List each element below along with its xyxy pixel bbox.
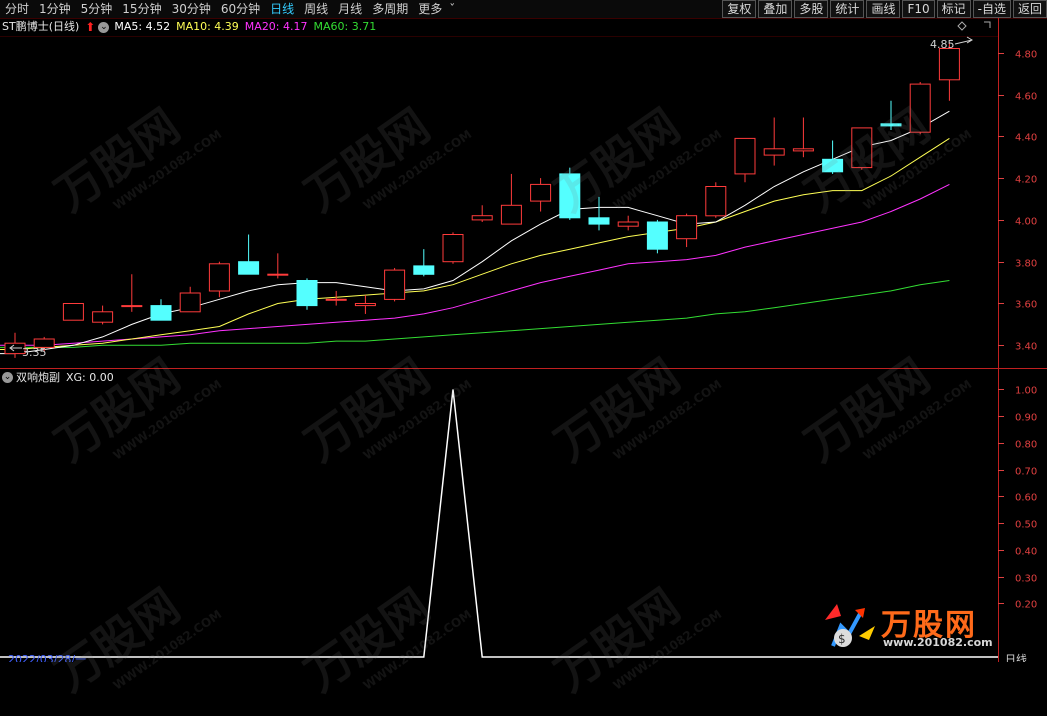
price-axis: 4.80 4.60 4.40 4.20 4.00 3.80 3.60 3.40 [998, 50, 1037, 353]
candle-up [851, 127, 873, 169]
footer-period: 日线 [1005, 652, 1027, 662]
candle-up [471, 215, 493, 221]
moving-average-lines [0, 110, 950, 355]
indicator-tick-label: 0.80 [1015, 440, 1037, 451]
price-tick-label: 4.60 [1015, 92, 1037, 103]
candle-up [208, 263, 230, 292]
up-arrow-icon: ⬆ [85, 20, 96, 34]
candle-up [938, 48, 960, 81]
candle-up [734, 137, 756, 175]
candle-down [150, 305, 172, 321]
candle-up [62, 303, 84, 321]
candle-up [92, 311, 114, 323]
ma20-line [0, 183, 950, 346]
candle-up [500, 204, 522, 225]
ma20-value: MA20: 4.17 [244, 20, 308, 33]
candle-down [296, 280, 318, 307]
diamond-icon[interactable] [957, 21, 967, 31]
candle-down [822, 158, 844, 173]
candle-up [267, 273, 289, 276]
candle-up [676, 215, 698, 240]
price-tick-label: 4.00 [1015, 217, 1037, 228]
candle-up [442, 234, 464, 263]
indicator-tick-label: 0.20 [1015, 600, 1037, 611]
candle-up [617, 221, 639, 227]
logo-bull-icon: $ [825, 604, 875, 647]
candle-down [238, 261, 260, 275]
candle-down [413, 265, 435, 275]
candle-down [880, 123, 902, 127]
high-arrow-icon [954, 36, 973, 45]
main-legend: ST鹏博士 (日线) ⬆ ⌄ MA5: 4.52 MA10: 4.39 MA20… [2, 19, 382, 35]
low-price-label: 3.35 [22, 346, 47, 359]
price-tick-label: 4.80 [1015, 50, 1037, 61]
indicator-value: XG: 0.00 [66, 371, 114, 384]
brand-logo: $ 万股网 www.201082.com [819, 596, 1009, 652]
corner-expand-icon[interactable] [984, 21, 991, 28]
chevron-down-icon[interactable]: ⌄ [98, 21, 110, 33]
stock-name: ST鹏博士 [2, 20, 49, 33]
indicator-chevron-icon[interactable]: ⌄ [2, 372, 13, 383]
indicator-tick-label: 1.00 [1015, 386, 1037, 397]
footer-date: 2022/03/28/一 [8, 653, 86, 662]
candlesticks [4, 42, 960, 358]
candle-up [354, 303, 376, 307]
candle-up [179, 292, 201, 313]
candle-up [325, 298, 347, 301]
indicator-tick-label: 0.60 [1015, 493, 1037, 504]
indicator-name[interactable]: 双响炮副 [16, 370, 60, 386]
candle-down [588, 217, 610, 225]
candle-up [705, 186, 727, 217]
price-tick-label: 3.80 [1015, 259, 1037, 270]
high-price-label: 4.85 [930, 38, 955, 51]
ma60-value: MA60: 3.71 [313, 20, 377, 33]
indicator-tick-label: 0.50 [1015, 520, 1037, 531]
ma5-value: MA5: 4.52 [114, 20, 171, 33]
indicator-tick-label: 0.70 [1015, 467, 1037, 478]
indicator-tick-label: 0.90 [1015, 413, 1037, 424]
price-tick-label: 3.60 [1015, 300, 1037, 311]
indicator-tick-label: 0.40 [1015, 547, 1037, 558]
kline-chart[interactable]: 4.80 4.60 4.40 4.20 4.00 3.80 3.60 3.40 1.00 0.9… [0, 0, 1047, 662]
ma5-line [0, 110, 950, 355]
ma10-value: MA10: 4.39 [176, 20, 239, 33]
candle-down [559, 173, 581, 219]
candle-up [909, 83, 931, 133]
candle-up [763, 148, 785, 156]
candle-up [530, 183, 552, 202]
candle-up [792, 148, 814, 152]
candle-up [121, 305, 143, 308]
candle-down [646, 221, 668, 250]
price-tick-label: 3.40 [1015, 342, 1037, 353]
logo-url: www.201082.com [883, 636, 993, 649]
candle-up [384, 269, 406, 300]
period-label: (日线) [48, 20, 80, 33]
price-tick-label: 4.20 [1015, 175, 1037, 186]
price-tick-label: 4.40 [1015, 133, 1037, 144]
indicator-tick-label: 0.30 [1015, 574, 1037, 585]
indicator-axis: 1.00 0.90 0.80 0.70 0.60 0.50 0.40 0.30 0.20 [998, 386, 1037, 611]
indicator-legend: ⌄ 双响炮副 XG: 0.00 [2, 370, 120, 386]
svg-text:$: $ [838, 632, 846, 646]
